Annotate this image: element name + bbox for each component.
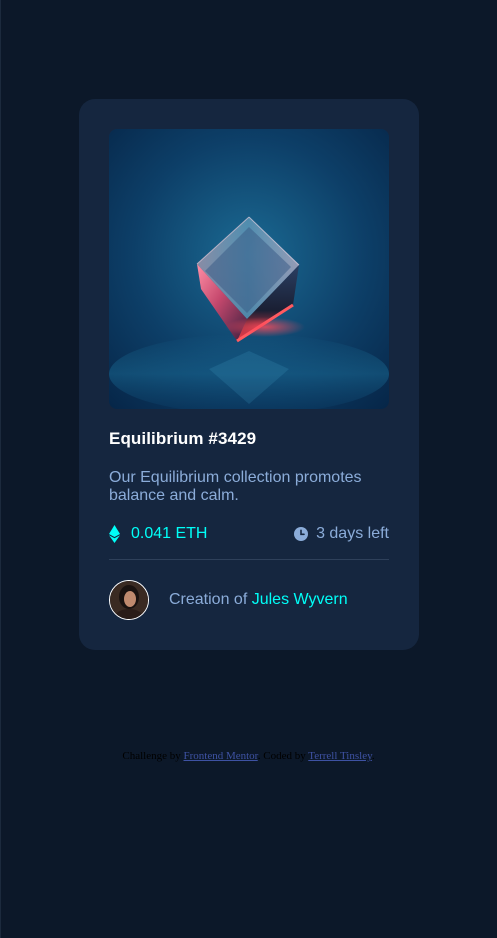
nft-title[interactable]: Equilibrium #3429 [109, 429, 256, 449]
time-left-row: 3 days left [294, 525, 389, 543]
window-left-edge [0, 0, 1, 938]
creator-name-link[interactable]: Jules Wyvern [252, 591, 348, 608]
attribution: Challenge by Frontend Mentor. Coded by T… [0, 750, 497, 762]
card-divider [109, 559, 389, 560]
author-link[interactable]: Terrell Tinsley [308, 750, 372, 762]
frontend-mentor-link[interactable]: Frontend Mentor [183, 750, 257, 762]
attribution-suffix: . [371, 750, 375, 762]
creator-line: Creation of Jules Wyvern [169, 591, 348, 609]
price-value: 0.041 ETH [131, 525, 208, 542]
equilibrium-cube-image [109, 129, 389, 409]
attribution-middle: . Coded by [257, 750, 309, 762]
ethereum-icon [109, 525, 120, 543]
nft-image[interactable] [109, 129, 389, 409]
creator-prefix: Creation of [169, 591, 252, 608]
attribution-prefix: Challenge by [122, 750, 184, 762]
clock-icon [294, 527, 309, 541]
nft-card: Equilibrium #3429 Our Equilibrium collec… [79, 99, 419, 650]
price-row: 0.041 ETH [109, 525, 207, 543]
time-left-value: 3 days left [316, 525, 389, 542]
creator-avatar [109, 580, 149, 620]
nft-description: Our Equilibrium collection promotes bala… [109, 469, 362, 504]
